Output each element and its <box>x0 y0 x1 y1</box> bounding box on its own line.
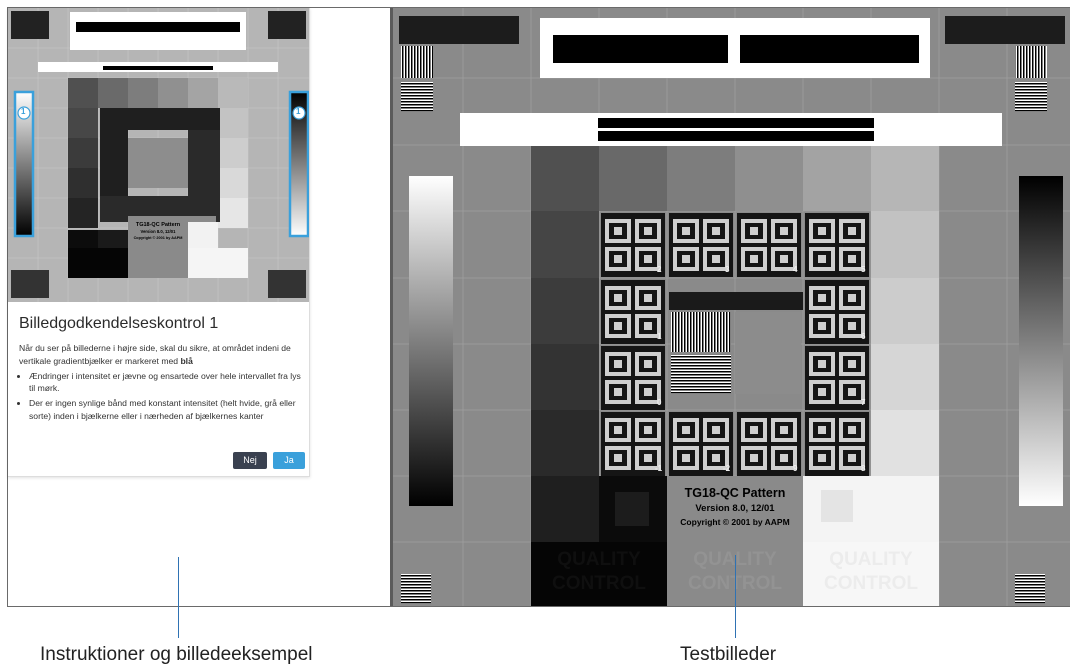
watermark-black-bottom: CONTROL <box>552 573 646 594</box>
test-image-area: TG18-QC Pattern Version 8.0, 12/01 Copyr… <box>393 8 1070 606</box>
example-pattern-thumbnail: TG18-QC Pattern Version 8.0, 12/01 Copyr… <box>8 8 309 302</box>
watermark-black-top: QUALITY <box>557 549 641 570</box>
callout-test-images-label: Testbilleder <box>680 644 777 665</box>
right-gradient-bar <box>1019 176 1063 506</box>
right-gradient-marker-number: 1 <box>296 107 301 116</box>
patch-number: 3 <box>725 265 730 274</box>
pattern-name: TG18-QC Pattern <box>684 486 786 500</box>
patch-number: 0 <box>657 398 662 407</box>
instruction-bullet: Ændringer i intensitet er jævne og ensar… <box>29 370 301 396</box>
patch-number: 8 <box>861 464 866 473</box>
bottom-left-corner-block <box>401 574 431 604</box>
instruction-card: TG18-QC Pattern Version 8.0, 12/01 Copyr… <box>8 8 310 477</box>
patch-number: 2 <box>657 265 662 274</box>
svg-text:TG18-QC Pattern: TG18-QC Pattern <box>136 222 181 228</box>
instruction-bullet: Der er ingen synlige bånd med konstant i… <box>29 397 301 423</box>
yes-button[interactable]: Ja <box>273 452 305 469</box>
patch-number: -2 <box>723 464 731 473</box>
instruction-panel: TG18-QC Pattern Version 8.0, 12/01 Copyr… <box>8 8 390 606</box>
check-instructions: Når du ser på billederne i højre side, s… <box>19 342 301 425</box>
watermark-white-top: QUALITY <box>829 549 913 570</box>
patch-number: 6 <box>861 332 866 341</box>
check-title: Billedgodkendelseskontrol 1 <box>19 315 219 332</box>
pattern-copyright: Copyright © 2001 by AAPM <box>680 517 790 527</box>
left-gradient-marker-number: 1 <box>21 107 26 116</box>
patch-number: -1 <box>655 464 663 473</box>
callout-instructions-label: Instruktioner og billedeeksempel <box>40 644 313 665</box>
patch-number: 5 <box>861 265 866 274</box>
patch-number: 4 <box>793 265 798 274</box>
bottom-right-corner-block <box>1015 574 1045 604</box>
luminance-steps-left <box>531 211 599 542</box>
patch-number: 9 <box>793 464 798 473</box>
patch-number: 1 <box>657 332 662 341</box>
instruction-emphasis: blå <box>180 355 193 366</box>
callout-line-right <box>735 555 736 638</box>
svg-text:Copyright © 2001 by AAPM: Copyright © 2001 by AAPM <box>134 236 183 240</box>
left-gradient-bar <box>409 176 453 506</box>
svg-text:Version 8.0, 12/01: Version 8.0, 12/01 <box>141 229 177 234</box>
center-patch-block <box>669 292 803 394</box>
callout-line-left <box>178 557 179 638</box>
no-button[interactable]: Nej <box>233 452 267 469</box>
instruction-intro: Når du ser på billederne i højre side, s… <box>19 343 291 366</box>
patch-number: 7 <box>861 398 866 407</box>
watermark-white-bottom: CONTROL <box>824 573 918 594</box>
luminance-steps-top <box>531 146 939 211</box>
example-image: TG18-QC Pattern Version 8.0, 12/01 Copyr… <box>8 8 309 302</box>
pattern-version: Version 8.0, 12/01 <box>695 503 775 514</box>
instruction-list: Ændringer i intensitet er jævne og ensar… <box>19 370 301 423</box>
